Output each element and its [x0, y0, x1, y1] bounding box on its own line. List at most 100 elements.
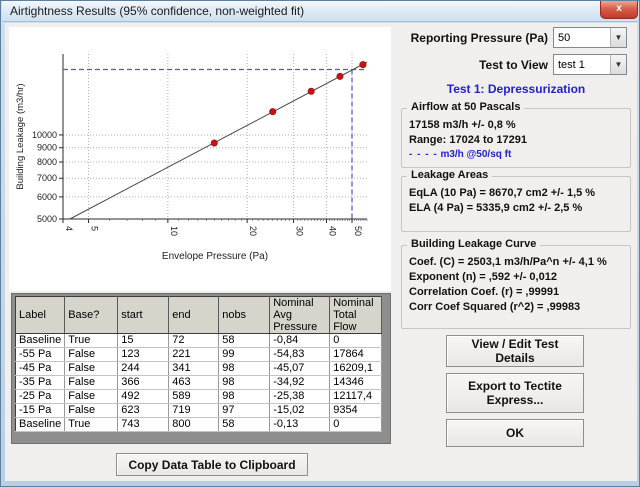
table-cell: -35 Pa — [16, 376, 65, 390]
copy-table-button[interactable]: Copy Data Table to Clipboard — [116, 453, 308, 476]
data-grid-panel: LabelBase?startendnobsNominal Avg Pressu… — [11, 293, 391, 444]
table-cell: 244 — [118, 362, 169, 376]
reporting-pressure-value: 50 — [554, 32, 610, 44]
table-cell: 16209,1 — [330, 362, 382, 376]
x-tick-label: 4 — [64, 226, 74, 231]
table-row[interactable]: -35 PaFalse36646398-34,9214346 — [16, 376, 382, 390]
y-axis-label: Building Leakage (m3/hr) — [15, 83, 26, 189]
dialog-window: Airtightness Results (95% confidence, no… — [0, 0, 640, 487]
exponent-value: Exponent (n) = ,592 +/- 0,012 — [409, 271, 623, 283]
dashed-line-legend-icon: - - - - — [409, 149, 438, 160]
test-to-view-label: Test to View — [345, 58, 548, 72]
y-tick-label: 6000 — [37, 192, 57, 202]
dialog-content: 5000600070008000900010000451020304050Env… — [5, 23, 637, 481]
table-cell: 14346 — [330, 376, 382, 390]
table-row[interactable]: -45 PaFalse24434198-45,0716209,1 — [16, 362, 382, 376]
table-cell: 58 — [219, 334, 270, 348]
table-cell: 800 — [169, 418, 219, 432]
table-cell: 221 — [169, 348, 219, 362]
table-cell: 341 — [169, 362, 219, 376]
close-icon: x — [616, 3, 622, 14]
table-cell: True — [65, 418, 118, 432]
table-cell: -0,84 — [270, 334, 330, 348]
table-cell: 12117,4 — [330, 390, 382, 404]
table-cell: False — [65, 348, 118, 362]
data-point — [337, 73, 343, 79]
table-cell: 0 — [330, 418, 382, 432]
table-cell: Baseline — [16, 418, 65, 432]
table-header-cell: start — [118, 297, 169, 334]
table-cell: -15,02 — [270, 404, 330, 418]
table-cell: False — [65, 362, 118, 376]
close-button[interactable]: x — [600, 1, 638, 19]
chevron-down-icon[interactable]: ▼ — [610, 28, 626, 47]
table-cell: Baseline — [16, 334, 65, 348]
table-cell: 58 — [219, 418, 270, 432]
coefficient-value: Coef. (C) = 2503,1 m3/h/Pa^n +/- 4,1 % — [409, 256, 623, 268]
table-header-cell: end — [169, 297, 219, 334]
ok-button[interactable]: OK — [446, 419, 584, 447]
reporting-pressure-label: Reporting Pressure (Pa) — [345, 31, 548, 45]
table-cell: False — [65, 376, 118, 390]
table-cell: 719 — [169, 404, 219, 418]
table-cell: -54,83 — [270, 348, 330, 362]
table-cell: 99 — [219, 348, 270, 362]
data-point — [269, 108, 275, 114]
table-row[interactable]: -25 PaFalse49258998-25,3812117,4 — [16, 390, 382, 404]
correlation-value: Correlation Coef. (r) = ,99991 — [409, 286, 623, 298]
table-cell: 463 — [169, 376, 219, 390]
y-tick-label: 8000 — [37, 157, 57, 167]
export-to-tectite-button[interactable]: Export to Tectite Express... — [446, 373, 584, 413]
data-point — [308, 88, 314, 94]
table-cell: -55 Pa — [16, 348, 65, 362]
view-edit-test-details-button[interactable]: View / Edit Test Details — [446, 335, 584, 367]
table-row[interactable]: BaselineTrue74380058-0,130 — [16, 418, 382, 432]
table-cell: 743 — [118, 418, 169, 432]
table-cell: 97 — [219, 404, 270, 418]
table-cell: -0,13 — [270, 418, 330, 432]
y-tick-label: 9000 — [37, 143, 57, 153]
table-cell: -45,07 — [270, 362, 330, 376]
leakage-chart-panel: 5000600070008000900010000451020304050Env… — [9, 27, 391, 291]
table-cell: -34,92 — [270, 376, 330, 390]
test-heading: Test 1: Depressurization — [401, 82, 631, 96]
leakage-curve-group: Building Leakage Curve Coef. (C) = 2503,… — [401, 245, 631, 329]
table-row[interactable]: -55 PaFalse12322199-54,8317864 — [16, 348, 382, 362]
table-row[interactable]: -15 PaFalse62371997-15,029354 — [16, 404, 382, 418]
table-cell: 98 — [219, 362, 270, 376]
x-tick-label: 10 — [169, 226, 179, 236]
table-cell: 9354 — [330, 404, 382, 418]
results-table[interactable]: LabelBase?startendnobsNominal Avg Pressu… — [15, 296, 382, 432]
table-cell: 72 — [169, 334, 219, 348]
airflow-range: Range: 17024 to 17291 — [409, 134, 623, 146]
reporting-pressure-select[interactable]: 50 ▼ — [553, 27, 627, 48]
table-cell: 0 — [330, 334, 382, 348]
title-bar[interactable]: Airtightness Results (95% confidence, no… — [2, 1, 638, 22]
table-cell: 492 — [118, 390, 169, 404]
table-cell: -25 Pa — [16, 390, 65, 404]
table-header-cell: nobs — [219, 297, 270, 334]
table-cell: 589 — [169, 390, 219, 404]
chevron-down-icon[interactable]: ▼ — [610, 55, 626, 74]
table-cell: 98 — [219, 390, 270, 404]
table-cell: 15 — [118, 334, 169, 348]
table-cell: 623 — [118, 404, 169, 418]
x-tick-label: 20 — [248, 226, 258, 236]
table-cell: False — [65, 404, 118, 418]
table-cell: 98 — [219, 376, 270, 390]
table-cell: -45 Pa — [16, 362, 65, 376]
table-header-cell: Base? — [65, 297, 118, 334]
airflow-group-title: Airflow at 50 Pascals — [407, 101, 524, 113]
leakage-curve-group-title: Building Leakage Curve — [407, 238, 540, 250]
x-tick-label: 5 — [90, 226, 100, 231]
table-row[interactable]: BaselineTrue157258-0,840 — [16, 334, 382, 348]
table-cell: 123 — [118, 348, 169, 362]
window-title: Airtightness Results (95% confidence, no… — [10, 4, 304, 18]
airflow-value: 17158 m3/h +/- 0,8 % — [409, 119, 623, 131]
table-cell: True — [65, 334, 118, 348]
test-to-view-select[interactable]: test 1 ▼ — [553, 54, 627, 75]
ela-value: ELA (4 Pa) = 5335,9 cm2 +/- 2,5 % — [409, 202, 623, 214]
x-tick-label: 40 — [327, 226, 337, 236]
table-cell: -15 Pa — [16, 404, 65, 418]
data-point — [211, 140, 217, 146]
